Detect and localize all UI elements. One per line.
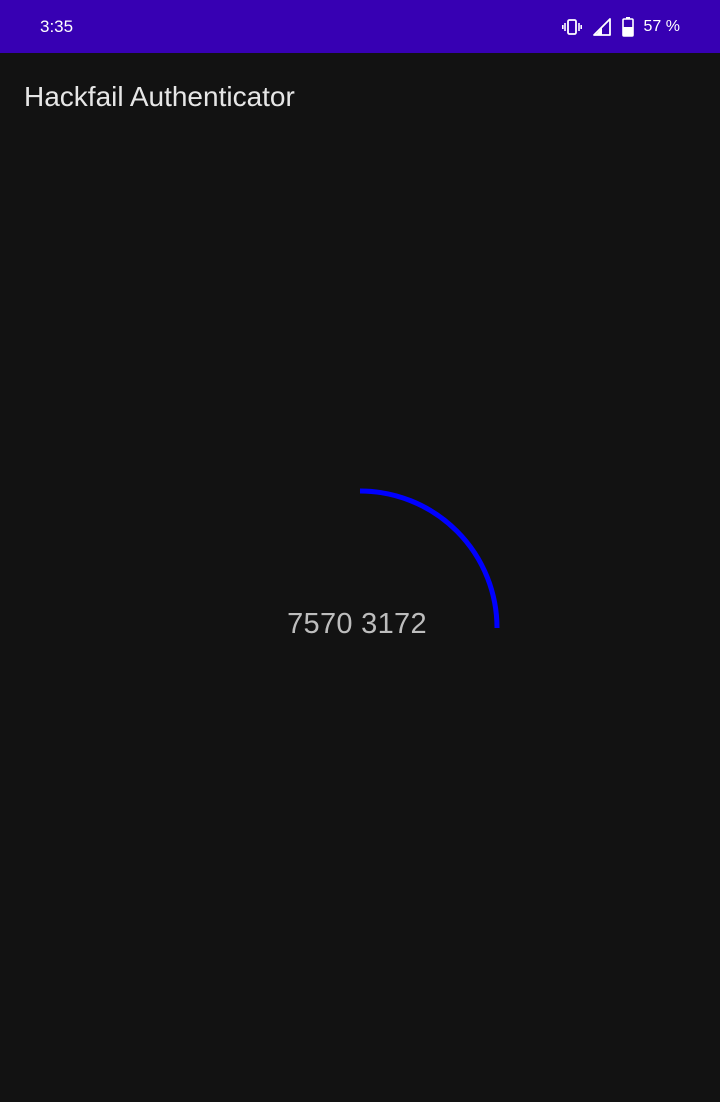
signal-icon [592, 18, 612, 36]
status-icons: 57 % [561, 16, 680, 38]
battery-fill [622, 27, 633, 36]
battery-icon [621, 17, 634, 37]
vibrate-icon [561, 18, 582, 36]
app-title: Hackfail Authenticator [24, 81, 295, 112]
status-bar: 3:35 57 % [0, 0, 720, 53]
status-time: 3:35 [40, 17, 74, 36]
battery-percent: 57 % [643, 18, 680, 35]
token-code[interactable]: 7570 3172 [0, 606, 714, 642]
